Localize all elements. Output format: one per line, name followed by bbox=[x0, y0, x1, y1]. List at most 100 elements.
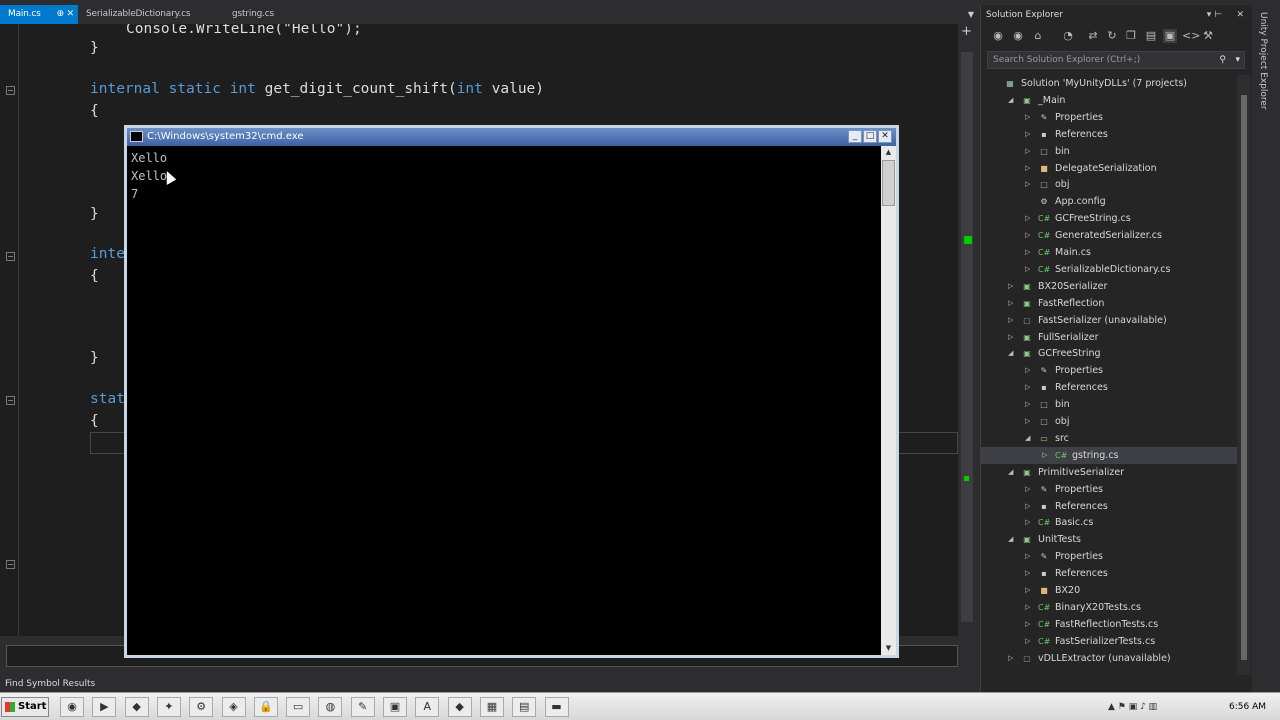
expanded-arrow-icon[interactable]: ◢ bbox=[1025, 430, 1035, 447]
cmd-titlebar[interactable]: C:\Windows\system32\cmd.exe _ □ ✕ bbox=[127, 128, 896, 146]
tree-item[interactable]: ▷ ✎ Properties bbox=[981, 109, 1237, 126]
expand-arrow-icon[interactable]: ▷ bbox=[1025, 379, 1035, 396]
cmd-scrollbar[interactable]: ▲ ▼ bbox=[881, 146, 896, 655]
search-icon[interactable]: ⚲ bbox=[1219, 52, 1226, 68]
tree-item[interactable]: ▷ C# FastSerializerTests.cs bbox=[981, 633, 1237, 650]
expand-arrow-icon[interactable]: ▷ bbox=[1008, 278, 1018, 295]
expanded-arrow-icon[interactable]: ◢ bbox=[1008, 531, 1018, 548]
cmd-icon[interactable]: ▬ bbox=[544, 697, 569, 717]
tree-item[interactable]: ▷ C# gstring.cs bbox=[981, 446, 1237, 464]
scroll-up-icon[interactable]: ▲ bbox=[881, 146, 896, 159]
scrollbar-thumb[interactable] bbox=[882, 160, 895, 206]
find-symbol-results-tab[interactable]: Find Symbol Results bbox=[0, 676, 980, 692]
tree-item[interactable]: ▷ ▢ FastSerializer (unavailable) bbox=[981, 312, 1237, 329]
expand-arrow-icon[interactable]: ▷ bbox=[1025, 109, 1035, 126]
tree-item[interactable]: ▷ □ bin bbox=[981, 396, 1237, 413]
tools-icon[interactable]: ⚙ bbox=[189, 697, 214, 717]
tree-item[interactable]: ▷ ▣ FullSerializer bbox=[981, 329, 1237, 346]
tree-item[interactable]: ▷ ▢ vDLLExtractor (unavailable) bbox=[981, 650, 1237, 667]
expand-arrow-icon[interactable]: ▷ bbox=[1025, 160, 1035, 177]
refresh-icon[interactable]: ↻ bbox=[1105, 29, 1119, 43]
tree-item[interactable]: ◢ ▭ src bbox=[981, 430, 1237, 447]
expand-arrow-icon[interactable]: ▷ bbox=[1025, 126, 1035, 143]
expanded-arrow-icon[interactable]: ◢ bbox=[1008, 345, 1018, 362]
tree-item[interactable]: ▷ ▪ References bbox=[981, 126, 1237, 143]
expand-arrow-icon[interactable]: ▷ bbox=[1008, 312, 1018, 329]
pin-icon[interactable]: ▾ ⊢ bbox=[1207, 5, 1222, 26]
vs-purple-icon[interactable]: ◆ bbox=[124, 697, 149, 717]
expand-arrow-icon[interactable]: ▷ bbox=[1008, 329, 1018, 346]
tree-item[interactable]: ▷ ■ DelegateSerialization bbox=[981, 160, 1237, 177]
tree-item[interactable]: ▷ C# GCFreeString.cs bbox=[981, 210, 1237, 227]
expand-arrow-icon[interactable]: ▷ bbox=[1025, 261, 1035, 278]
expand-arrow-icon[interactable]: ▷ bbox=[1008, 650, 1018, 667]
expand-arrow-icon[interactable]: ▷ bbox=[1025, 582, 1035, 599]
tray-icons[interactable]: ▲ ⚑ ▣ ♪ ▥ bbox=[1108, 697, 1157, 717]
back-icon[interactable]: ◉ bbox=[991, 29, 1005, 43]
tree-item[interactable]: ▷ ▪ References bbox=[981, 565, 1237, 582]
expand-arrow-icon[interactable]: ▷ bbox=[1025, 413, 1035, 430]
expand-arrow-icon[interactable]: ▷ bbox=[1025, 599, 1035, 616]
vs-icon[interactable]: ▶ bbox=[92, 697, 117, 717]
tab-main-cs[interactable]: Main.cs ⊕ ✕ bbox=[0, 5, 78, 24]
home-icon[interactable]: ⌂ bbox=[1031, 29, 1045, 43]
scrollbar-track[interactable] bbox=[961, 52, 973, 622]
expand-arrow-icon[interactable]: ▷ bbox=[1025, 548, 1035, 565]
tree-item[interactable]: ◢ ▣ _Main bbox=[981, 92, 1237, 109]
tree-item[interactable]: ▷ ■ BX20 bbox=[981, 582, 1237, 599]
tree-item[interactable]: ▷ ▪ References bbox=[981, 379, 1237, 396]
close-icon[interactable]: ⊕ ✕ bbox=[57, 5, 75, 24]
git-icon[interactable]: ◆ bbox=[447, 697, 472, 717]
properties-icon[interactable]: ⚒ bbox=[1201, 29, 1215, 43]
forward-icon[interactable]: ◉ bbox=[1011, 29, 1025, 43]
scrollbar-thumb[interactable] bbox=[1241, 95, 1247, 660]
solution-search-input[interactable]: Search Solution Explorer (Ctrl+;) ⚲ ▾ bbox=[987, 51, 1245, 69]
folder-icon[interactable]: ▭ bbox=[286, 697, 311, 717]
expand-arrow-icon[interactable]: ▷ bbox=[1025, 176, 1035, 193]
close-button[interactable]: ✕ bbox=[878, 130, 892, 143]
expand-arrow-icon[interactable]: ▷ bbox=[1025, 244, 1035, 261]
utility-icon[interactable]: ✦ bbox=[156, 697, 181, 717]
collapse-icon[interactable]: − bbox=[6, 86, 15, 95]
tree-item[interactable]: ⚙ App.config bbox=[981, 193, 1237, 210]
show-all-files-icon[interactable]: ▤ bbox=[1144, 29, 1158, 43]
expand-arrow-icon[interactable]: ▷ bbox=[1008, 295, 1018, 312]
close-icon[interactable]: ✕ bbox=[1236, 5, 1244, 26]
tab-serializable-dictionary[interactable]: SerializableDictionary.cs bbox=[78, 5, 224, 24]
lock-icon[interactable]: 🔒 bbox=[253, 697, 278, 717]
expand-arrow-icon[interactable]: ▷ bbox=[1025, 210, 1035, 227]
expanded-arrow-icon[interactable]: ◢ bbox=[1008, 92, 1018, 109]
sync-icon[interactable]: ⇄ bbox=[1086, 29, 1100, 43]
expand-arrow-icon[interactable]: ▷ bbox=[1025, 514, 1035, 531]
chat-icon[interactable]: ◍ bbox=[318, 697, 343, 717]
tree-item[interactable]: ▷ □ obj bbox=[981, 413, 1237, 430]
tree-item[interactable]: ◢ ▣ PrimitiveSerializer bbox=[981, 464, 1237, 481]
explorer-icon[interactable]: ▤ bbox=[512, 697, 537, 717]
tree-item[interactable]: ▷ ✎ Properties bbox=[981, 548, 1237, 565]
solution-explorer-scrollbar[interactable] bbox=[1237, 75, 1251, 675]
unity-icon[interactable]: ◈ bbox=[221, 697, 246, 717]
preview-icon[interactable]: ▣ bbox=[1163, 29, 1177, 43]
tree-item[interactable]: ▷ ▣ FastReflection bbox=[981, 295, 1237, 312]
notes-icon[interactable]: ✎ bbox=[350, 697, 375, 717]
clock[interactable]: 6:56 AM bbox=[1229, 697, 1266, 717]
split-icon[interactable]: + bbox=[961, 24, 972, 39]
scroll-down-icon[interactable]: ▼ bbox=[881, 642, 896, 655]
firefox-icon[interactable]: ◉ bbox=[60, 697, 84, 717]
tree-item[interactable]: ▷ □ obj bbox=[981, 176, 1237, 193]
expand-arrow-icon[interactable]: ▷ bbox=[1025, 481, 1035, 498]
tree-item[interactable]: ▷ □ bin bbox=[981, 143, 1237, 160]
tree-item[interactable]: ▷ C# SerializableDictionary.cs bbox=[981, 261, 1237, 278]
expand-arrow-icon[interactable]: ▷ bbox=[1025, 633, 1035, 650]
calc-icon[interactable]: ▦ bbox=[479, 697, 504, 717]
expand-arrow-icon[interactable]: ▷ bbox=[1025, 565, 1035, 582]
tree-item[interactable]: ▷ C# GeneratedSerializer.cs bbox=[981, 227, 1237, 244]
tree-item[interactable]: ▷ C# FastReflectionTests.cs bbox=[981, 616, 1237, 633]
expand-arrow-icon[interactable]: ▷ bbox=[1025, 616, 1035, 633]
tree-item[interactable]: ▷ ✎ Properties bbox=[981, 481, 1237, 498]
expand-arrow-icon[interactable]: ▷ bbox=[1042, 447, 1052, 464]
editor-scrollbar[interactable]: + bbox=[958, 24, 978, 636]
start-button[interactable]: Start bbox=[1, 697, 49, 717]
acrobat-icon[interactable]: A bbox=[415, 697, 440, 717]
maximize-button[interactable]: □ bbox=[863, 130, 877, 143]
